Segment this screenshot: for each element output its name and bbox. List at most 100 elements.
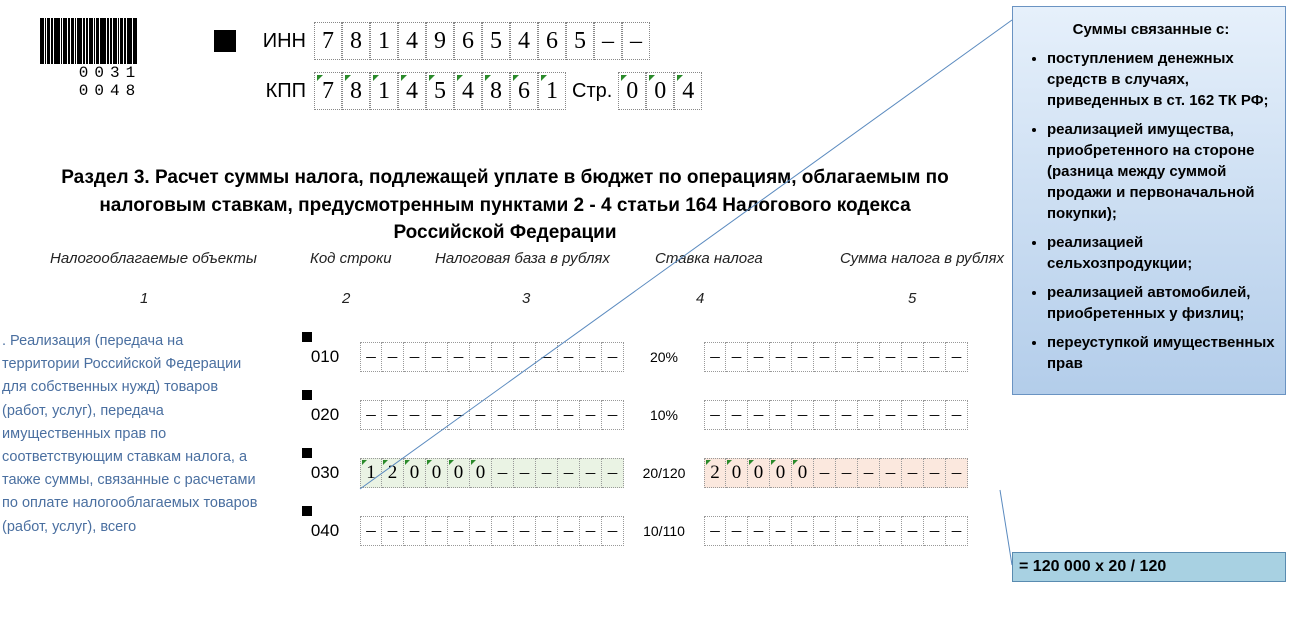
annotation-title: Суммы связанные с: xyxy=(1025,19,1277,40)
cell: – xyxy=(748,342,770,372)
cell: – xyxy=(748,516,770,546)
cell: – xyxy=(858,458,880,488)
cell: – xyxy=(448,400,470,430)
row-marker-icon xyxy=(302,506,312,516)
cell: 0 xyxy=(426,458,448,488)
cell: – xyxy=(602,458,624,488)
cell: – xyxy=(580,516,602,546)
tax-rate: 20% xyxy=(636,349,692,365)
calculation-box: = 120 000 х 20 / 120 xyxy=(1012,552,1286,582)
col-header-2: Код строки xyxy=(310,250,392,267)
cell: 2 xyxy=(382,458,404,488)
cell: – xyxy=(880,458,902,488)
annotation-item: переуступкой имущественных прав xyxy=(1047,332,1277,374)
cell: – xyxy=(814,400,836,430)
col-header-5: Сумма налога в рублях xyxy=(840,250,1004,267)
cell: 9 xyxy=(426,22,454,60)
cell: – xyxy=(792,400,814,430)
cell: – xyxy=(470,342,492,372)
tax-rate: 10/110 xyxy=(636,523,692,539)
col-num-4: 4 xyxy=(696,290,704,307)
section-heading: Раздел 3. Расчет суммы налога, подлежаще… xyxy=(50,164,960,247)
cell: – xyxy=(580,400,602,430)
cell: 4 xyxy=(674,72,702,110)
tax-amount-cells: –––––––––––– xyxy=(704,516,968,546)
cell: – xyxy=(836,458,858,488)
annotation-item: реализацией имущества, приобретенного на… xyxy=(1047,119,1277,224)
tax-base-cells: –––––––––––– xyxy=(360,400,624,430)
cell: 4 xyxy=(510,22,538,60)
cell: – xyxy=(924,342,946,372)
cell: 5 xyxy=(566,22,594,60)
cell: – xyxy=(726,342,748,372)
cell: – xyxy=(558,458,580,488)
table-row: 040––––––––––––10/110–––––––––––– xyxy=(308,502,968,560)
cell: – xyxy=(622,22,650,60)
cell: – xyxy=(880,342,902,372)
cell: – xyxy=(404,342,426,372)
cell: – xyxy=(448,342,470,372)
cell: – xyxy=(858,400,880,430)
cell: – xyxy=(514,458,536,488)
square-marker-icon xyxy=(214,30,236,52)
cell: – xyxy=(924,400,946,430)
cell: – xyxy=(858,516,880,546)
tax-base-cells: 120000–––––– xyxy=(360,458,624,488)
table-row: 020––––––––––––10%–––––––––––– xyxy=(308,386,968,444)
cell: 0 xyxy=(646,72,674,110)
tax-amount-cells: –––––––––––– xyxy=(704,400,968,430)
cell: 0 xyxy=(470,458,492,488)
cell: – xyxy=(426,342,448,372)
cell: – xyxy=(946,458,968,488)
cell: 2 xyxy=(704,458,726,488)
cell: – xyxy=(602,400,624,430)
cell: – xyxy=(792,516,814,546)
cell: – xyxy=(492,400,514,430)
cell: 0 xyxy=(448,458,470,488)
cell: – xyxy=(514,342,536,372)
cell: – xyxy=(726,516,748,546)
cell: – xyxy=(594,22,622,60)
cell: – xyxy=(814,458,836,488)
cell: – xyxy=(360,400,382,430)
cell: – xyxy=(580,342,602,372)
row-code: 040 xyxy=(308,521,342,541)
col-header-1: Налогооблагаемые объекты xyxy=(50,250,257,267)
row-code: 030 xyxy=(308,463,342,483)
inn-label: ИНН xyxy=(250,30,306,53)
col-num-1: 1 xyxy=(140,290,148,307)
cell: – xyxy=(382,342,404,372)
barcode-text: 0031 0048 xyxy=(40,64,180,100)
cell: 6 xyxy=(510,72,538,110)
cell: – xyxy=(902,342,924,372)
cell: – xyxy=(770,400,792,430)
cell: 7 xyxy=(314,22,342,60)
cell: – xyxy=(836,400,858,430)
cell: – xyxy=(558,516,580,546)
col-header-4: Ставка налога xyxy=(655,250,763,267)
cell: – xyxy=(426,400,448,430)
cell: 1 xyxy=(370,22,398,60)
cell: – xyxy=(858,342,880,372)
cell: – xyxy=(580,458,602,488)
row-marker-icon xyxy=(302,390,312,400)
table-row: 010––––––––––––20%–––––––––––– xyxy=(308,328,968,386)
cell: – xyxy=(536,342,558,372)
cell: 0 xyxy=(404,458,426,488)
cell: – xyxy=(770,342,792,372)
cell: 8 xyxy=(482,72,510,110)
cell: – xyxy=(382,516,404,546)
cell: 6 xyxy=(454,22,482,60)
cell: – xyxy=(536,516,558,546)
tax-amount-cells: 20000––––––– xyxy=(704,458,968,488)
cell: 0 xyxy=(726,458,748,488)
cell: – xyxy=(792,342,814,372)
kpp-label: КПП xyxy=(250,80,306,103)
barcode-bars xyxy=(40,18,180,64)
barcode: 0031 0048 xyxy=(40,18,180,100)
tax-rate: 10% xyxy=(636,407,692,423)
cell: – xyxy=(748,400,770,430)
tax-base-cells: –––––––––––– xyxy=(360,342,624,372)
cell: – xyxy=(924,458,946,488)
cell: – xyxy=(726,400,748,430)
